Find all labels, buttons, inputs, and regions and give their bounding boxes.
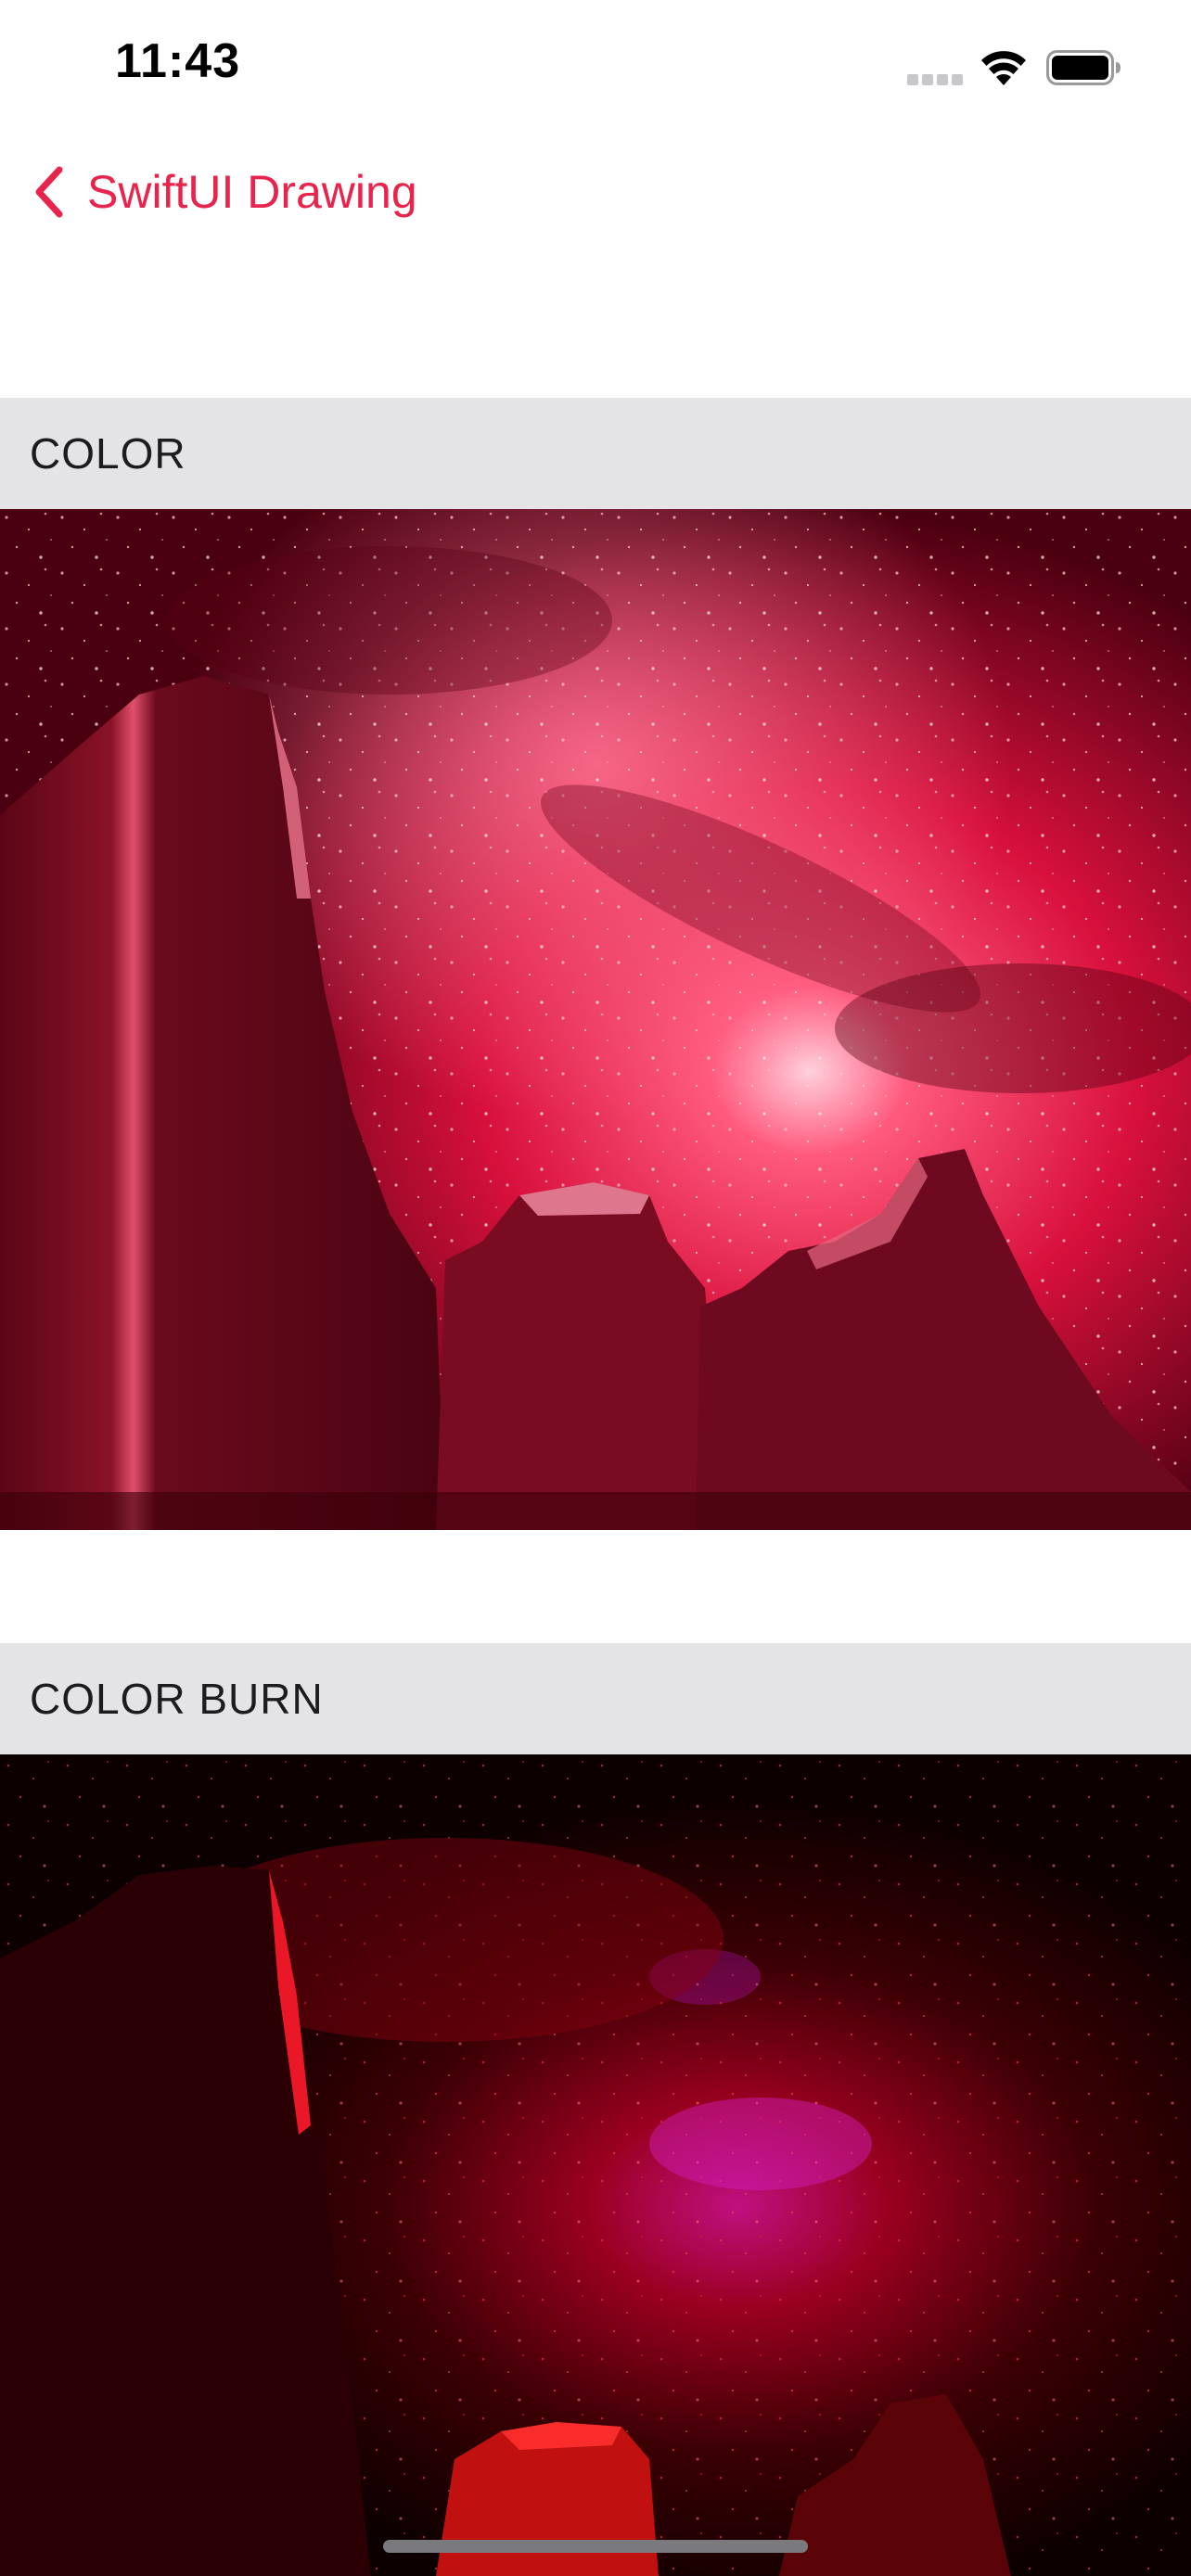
back-button[interactable]: SwiftUI Drawing bbox=[32, 159, 417, 224]
color-burn-blend-photo bbox=[0, 1754, 1191, 2576]
wifi-icon bbox=[981, 51, 1026, 85]
chevron-left-icon bbox=[35, 166, 63, 218]
section-header-label: COLOR BURN bbox=[30, 1675, 324, 1723]
section-header-label: COLOR bbox=[30, 429, 186, 478]
section-header-color: COLOR bbox=[0, 398, 1191, 509]
cellular-signal-icon bbox=[907, 74, 963, 85]
screen: 11:43 SwiftUI Drawing COLOR COLOR BURN bbox=[0, 0, 1191, 2576]
status-bar: 11:43 bbox=[0, 0, 1191, 139]
home-indicator[interactable] bbox=[383, 2540, 808, 2553]
color-blend-photo bbox=[0, 509, 1191, 1530]
back-button-label: SwiftUI Drawing bbox=[87, 166, 417, 218]
status-time: 11:43 bbox=[115, 34, 241, 88]
battery-icon bbox=[1046, 50, 1121, 85]
section-header-color-burn: COLOR BURN bbox=[0, 1643, 1191, 1754]
